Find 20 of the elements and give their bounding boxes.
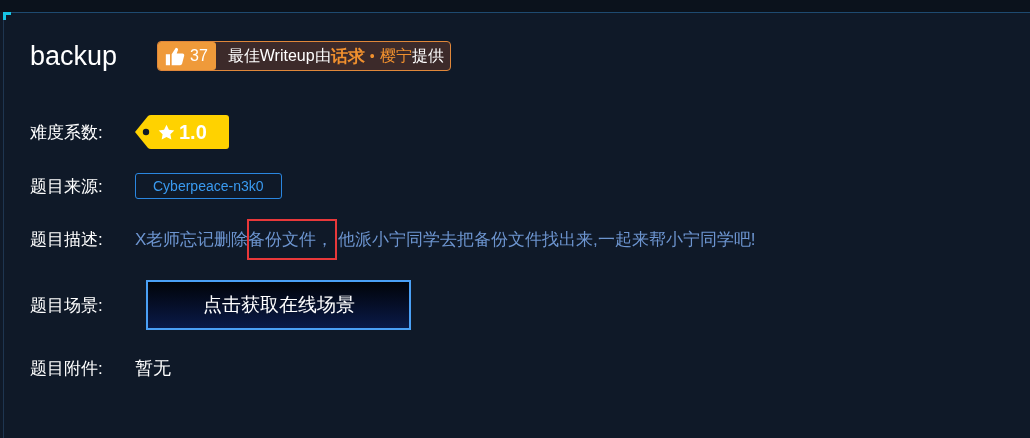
author-link[interactable]: 樱宁 [379, 45, 412, 67]
source-tag[interactable]: Cyberpeace-n3k0 [135, 173, 282, 199]
badge-text: 最佳Writeup由 [227, 45, 331, 64]
get-scene-button[interactable]: 点击获取在线场景 [146, 280, 411, 330]
field-label: 题目场景: [30, 294, 104, 317]
author-link[interactable]: 话求 [330, 44, 365, 68]
field-label: 题目附件: [30, 357, 104, 380]
thumbs-up-icon [164, 46, 186, 66]
tag-icon [135, 115, 229, 149]
field-label: 题目来源: [30, 175, 104, 198]
description-text: X老师忘记删除备份文件， 他派小宁同学去把备份文件找出来,一起来帮小宁同学吧! [135, 227, 756, 251]
field-label: 题目描述: [30, 228, 104, 251]
star-icon [158, 123, 175, 141]
challenge-title: backup [30, 41, 119, 71]
field-label: 难度系数: [30, 121, 104, 144]
badge-text: 提供 [411, 45, 444, 66]
attachment-value: 暂无 [135, 357, 171, 380]
corner-mark [3, 12, 11, 20]
difficulty-value: 1.0 [179, 120, 207, 144]
separator-dot: • [368, 48, 376, 64]
